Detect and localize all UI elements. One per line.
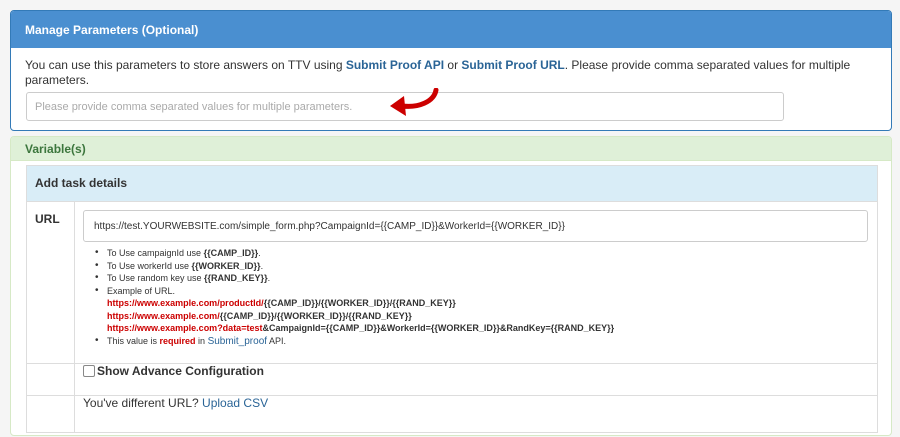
note-required: This value is required in Submit_proof A… <box>95 335 614 349</box>
csv-row-label <box>27 396 75 432</box>
upload-csv-link[interactable]: Upload CSV <box>202 396 268 410</box>
example-url-1: https://www.example.com/productId/{{CAMP… <box>107 298 456 308</box>
red-arrow-icon <box>390 88 439 116</box>
url-label: URL <box>27 202 75 363</box>
desc-or: or <box>444 58 462 72</box>
submit-proof-url-link[interactable]: Submit Proof URL <box>461 58 564 72</box>
submit-proof-link[interactable]: Submit_proof <box>208 336 267 347</box>
manage-parameters-description: You can use this parameters to store ans… <box>11 48 891 98</box>
url-cell: To Use campaignId use {{CAMP_ID}}. To Us… <box>75 202 877 363</box>
note-worker-id: To Use workerId use {{WORKER_ID}}. <box>95 260 614 273</box>
example-url-2: https://www.example.com/{{CAMP_ID}}/{{WO… <box>107 310 412 321</box>
task-details-title: Add task details <box>27 166 877 202</box>
advance-config-cell: Show Advance Configuration <box>75 364 877 395</box>
advance-row-label <box>27 364 75 395</box>
note-campaign-id: To Use campaignId use {{CAMP_ID}}. <box>95 247 614 260</box>
csv-row: You've different URL? Upload CSV <box>27 396 877 432</box>
csv-prefix: You've different URL? <box>83 396 203 410</box>
variables-title: Variable(s) <box>11 137 891 161</box>
show-advance-checkbox[interactable] <box>83 365 95 377</box>
manage-parameters-panel: Manage Parameters (Optional) You can use… <box>10 10 892 131</box>
note-example: Example of URL. https://www.example.com/… <box>95 285 615 335</box>
note-rand-key: To Use random key use {{RAND_KEY}}. <box>95 272 614 285</box>
url-input[interactable] <box>83 210 868 242</box>
example-url-3: https://www.example.com?data=test&Campai… <box>107 323 615 333</box>
manage-parameters-title: Manage Parameters (Optional) <box>11 11 891 48</box>
show-advance-label[interactable]: Show Advance Configuration <box>97 364 264 378</box>
task-details-table: Add task details URL To Use campaignId u… <box>26 165 878 433</box>
url-notes-list: To Use campaignId use {{CAMP_ID}}. To Us… <box>95 247 615 349</box>
advance-config-row: Show Advance Configuration <box>27 364 877 396</box>
csv-cell: You've different URL? Upload CSV <box>75 396 877 432</box>
variables-panel: Variable(s) Add task details URL To Use … <box>10 136 892 436</box>
url-row: URL To Use campaignId use {{CAMP_ID}}. T… <box>27 202 877 364</box>
desc-prefix: You can use this parameters to store ans… <box>25 58 346 72</box>
submit-proof-api-link[interactable]: Submit Proof API <box>346 58 444 72</box>
